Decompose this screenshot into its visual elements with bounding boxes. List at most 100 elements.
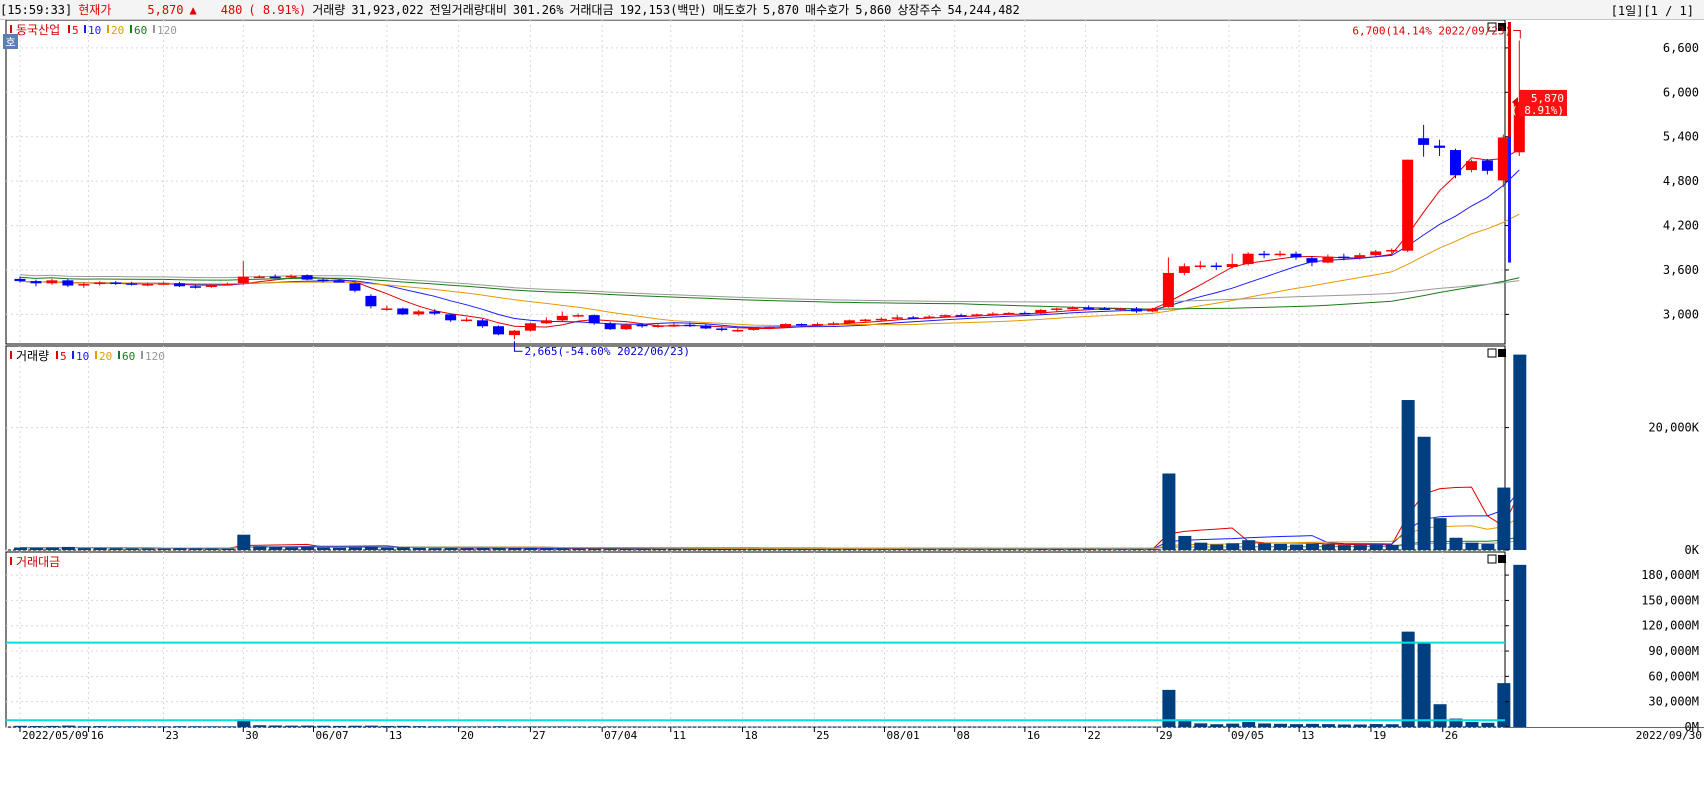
candle-body[interactable] — [875, 318, 887, 321]
volume-bar[interactable] — [1513, 354, 1527, 550]
amount-bar[interactable] — [476, 726, 490, 727]
amount-close-icon[interactable] — [1498, 555, 1506, 563]
volume-bar[interactable] — [572, 548, 586, 550]
volume-bar[interactable] — [620, 548, 634, 550]
candle-body[interactable] — [301, 275, 313, 280]
amount-bar[interactable] — [891, 726, 905, 728]
candle-body[interactable] — [1162, 272, 1174, 307]
volume-bar[interactable] — [524, 548, 538, 550]
volume-bar[interactable] — [348, 547, 362, 550]
volume-close-icon[interactable] — [1498, 349, 1506, 357]
amount-bar[interactable] — [29, 725, 43, 727]
volume-bar[interactable] — [1242, 540, 1256, 550]
candle-body[interactable] — [381, 308, 393, 310]
volume-bar[interactable] — [157, 548, 171, 550]
amount-bar[interactable] — [699, 726, 713, 728]
volume-bar[interactable] — [1050, 549, 1064, 550]
candle-body[interactable] — [572, 315, 584, 317]
volume-bar[interactable] — [1417, 436, 1431, 550]
amount-bar[interactable] — [157, 726, 171, 727]
candle-body[interactable] — [684, 324, 696, 327]
amount-bar[interactable] — [269, 725, 283, 727]
candle-body[interactable] — [1146, 308, 1158, 312]
volume-bar[interactable] — [588, 548, 602, 550]
volume-bar[interactable] — [1178, 535, 1192, 550]
volume-bar[interactable] — [125, 548, 139, 550]
amount-bar[interactable] — [45, 725, 59, 727]
candle-body[interactable] — [333, 281, 345, 283]
amount-bar[interactable] — [1082, 726, 1096, 728]
candle-body[interactable] — [1242, 253, 1254, 265]
volume-bar[interactable] — [907, 549, 921, 550]
candle-body[interactable] — [1370, 251, 1382, 256]
amount-bar[interactable] — [412, 726, 426, 727]
candle-body[interactable] — [1290, 253, 1302, 258]
volume-bar[interactable] — [731, 549, 745, 550]
candle-body[interactable] — [556, 315, 568, 321]
candle-body[interactable] — [205, 284, 217, 288]
amount-bar[interactable] — [1050, 726, 1064, 728]
candle-body[interactable] — [971, 314, 983, 316]
candle-body[interactable] — [445, 314, 457, 321]
amount-bar[interactable] — [1305, 723, 1319, 727]
volume-bar[interactable] — [1401, 400, 1415, 550]
candle-body[interactable] — [923, 316, 935, 319]
amount-bar[interactable] — [93, 726, 107, 727]
volume-bar[interactable] — [253, 546, 267, 550]
volume-bar[interactable] — [1449, 537, 1463, 550]
candle-body[interactable] — [1322, 256, 1334, 263]
volume-bar[interactable] — [1146, 549, 1160, 550]
candle-body[interactable] — [1226, 264, 1238, 268]
volume-bar[interactable] — [1082, 549, 1096, 550]
candle-body[interactable] — [78, 284, 90, 286]
amount-bar[interactable] — [971, 726, 984, 728]
amount-bar[interactable] — [1002, 726, 1016, 728]
amount-bar[interactable] — [683, 726, 697, 728]
amount-bar[interactable] — [460, 726, 474, 727]
candle-body[interactable] — [174, 283, 185, 287]
volume-bar[interactable] — [269, 546, 283, 550]
amount-bar[interactable] — [1513, 564, 1527, 727]
amount-bar[interactable] — [285, 725, 299, 727]
candle-body[interactable] — [1258, 253, 1270, 256]
amount-bar[interactable] — [253, 725, 267, 727]
amount-bar[interactable] — [1353, 724, 1367, 727]
amount-bar[interactable] — [795, 726, 809, 728]
candle-body[interactable] — [764, 326, 776, 329]
amount-bar[interactable] — [14, 725, 27, 727]
amount-bar[interactable] — [779, 726, 793, 728]
amount-bar[interactable] — [1465, 721, 1479, 727]
candle-body[interactable] — [1131, 308, 1142, 312]
volume-bar[interactable] — [1481, 543, 1495, 550]
amount-bar[interactable] — [1066, 726, 1080, 728]
amount-bar[interactable] — [1210, 724, 1224, 727]
amount-bar[interactable] — [1034, 726, 1048, 728]
amount-bar[interactable] — [333, 725, 346, 727]
amount-bar[interactable] — [923, 726, 937, 728]
volume-bar[interactable] — [747, 549, 761, 550]
volume-bar[interactable] — [1210, 544, 1224, 550]
volume-bar[interactable] — [1433, 518, 1447, 550]
amount-bar[interactable] — [396, 725, 410, 727]
candle-body[interactable] — [1178, 266, 1190, 273]
candle-body[interactable] — [158, 283, 170, 285]
candle-body[interactable] — [652, 325, 664, 327]
candle-body[interactable] — [94, 282, 106, 285]
amount-bar[interactable] — [763, 726, 777, 728]
amount-bar[interactable] — [1274, 723, 1288, 727]
candle-body[interactable] — [843, 320, 855, 324]
volume-bar[interactable] — [301, 546, 315, 550]
volume-bar[interactable] — [221, 548, 235, 550]
volume-bar[interactable] — [827, 549, 841, 550]
amount-bar[interactable] — [1098, 726, 1112, 728]
volume-bar[interactable] — [875, 549, 889, 550]
candle-body[interactable] — [700, 325, 712, 329]
candle-body[interactable] — [1338, 256, 1350, 259]
volume-bar[interactable] — [859, 549, 873, 550]
amount-bar[interactable] — [428, 726, 442, 727]
volume-bar[interactable] — [1369, 544, 1383, 550]
volume-bar[interactable] — [1162, 473, 1176, 550]
amount-bar[interactable] — [125, 726, 139, 727]
amount-bar[interactable] — [508, 726, 522, 727]
candle-body[interactable] — [1051, 308, 1063, 310]
